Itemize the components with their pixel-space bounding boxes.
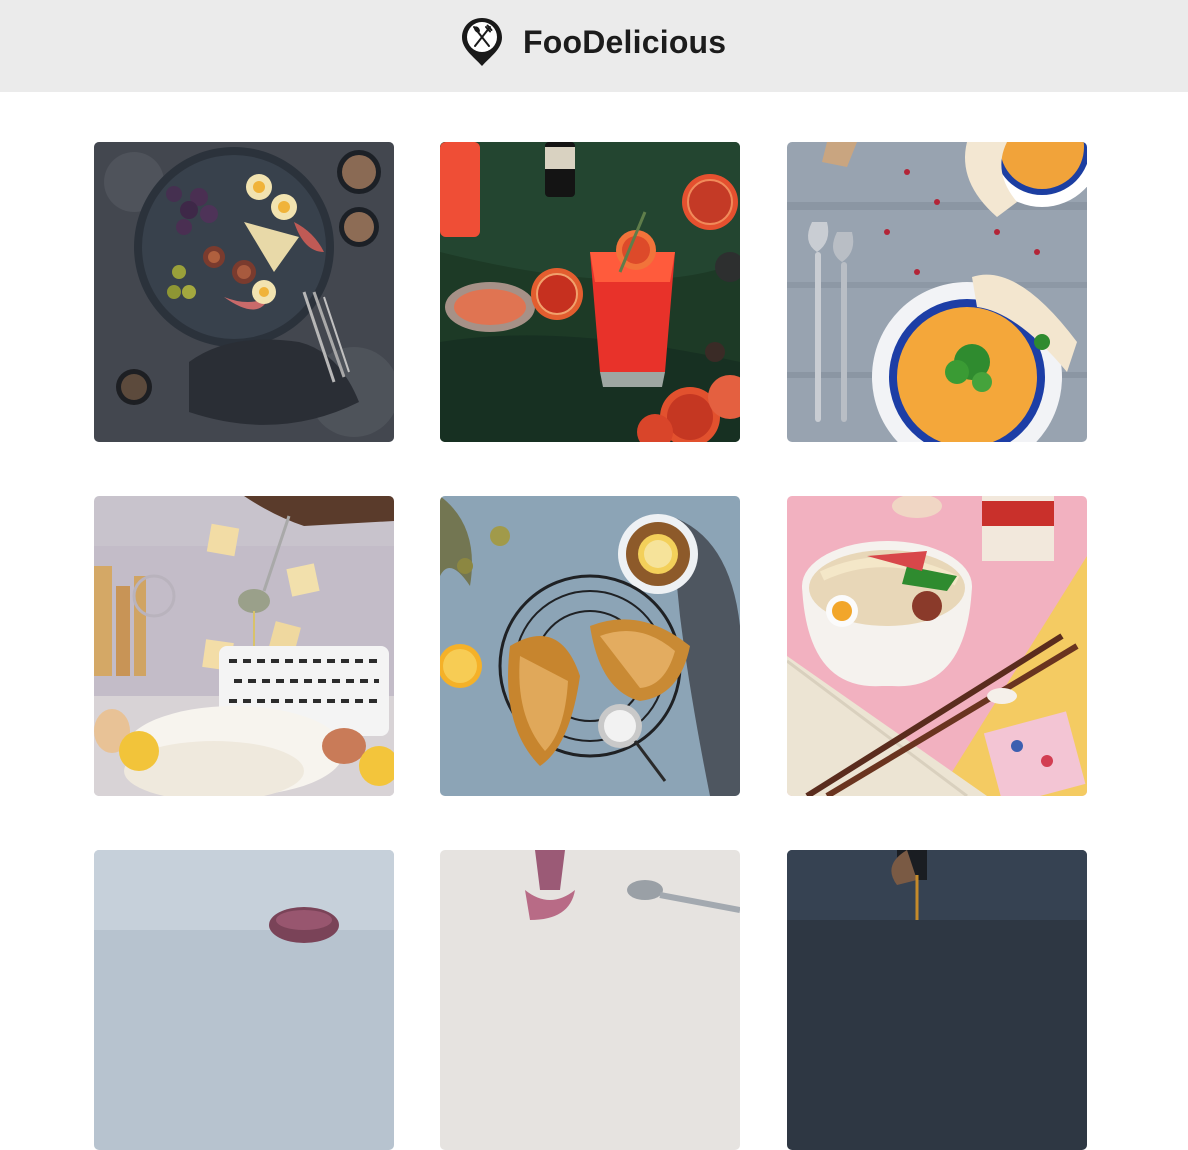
gallery-photo-pumpkin-soup[interactable] xyxy=(787,142,1087,442)
gallery-photo-wine[interactable] xyxy=(94,850,394,1150)
gallery-photo-croissants[interactable] xyxy=(440,496,740,796)
photo-gallery xyxy=(0,0,1188,1150)
gallery-photo-charcuterie[interactable] xyxy=(94,142,394,442)
gallery-photo-cocktail[interactable] xyxy=(440,142,740,442)
ramen-bowl-chopsticks-photo xyxy=(787,496,1087,796)
dessert-and-spoon-photo xyxy=(440,850,740,1150)
wine-glass-photo xyxy=(94,850,394,1150)
baking-flour-splash-photo xyxy=(94,496,394,796)
gallery-photo-syrup[interactable] xyxy=(787,850,1087,1150)
gallery-photo-baking[interactable] xyxy=(94,496,394,796)
gallery-photo-ramen[interactable] xyxy=(787,496,1087,796)
gallery-photo-dessert[interactable] xyxy=(440,850,740,1150)
syrup-pour-photo xyxy=(787,850,1087,1150)
blood-orange-cocktail-photo xyxy=(440,142,740,442)
pumpkin-soup-photo xyxy=(787,142,1087,442)
croissants-and-tea-photo xyxy=(440,496,740,796)
charcuterie-platter-photo xyxy=(94,142,394,442)
